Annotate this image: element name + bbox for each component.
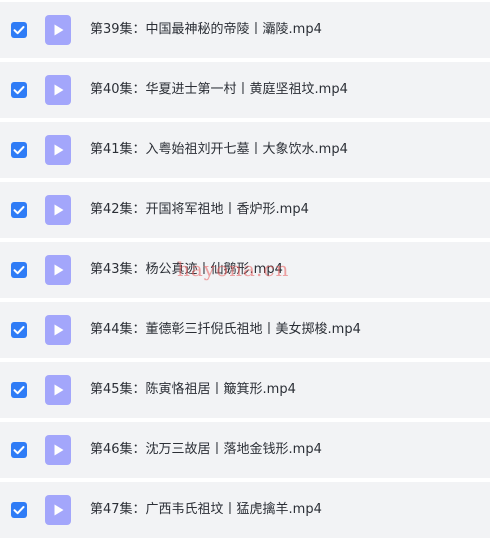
video-file-icon [45, 375, 71, 405]
checkbox[interactable] [11, 202, 27, 218]
check-icon [13, 506, 25, 515]
checkbox[interactable] [11, 22, 27, 38]
checkbox[interactable] [11, 442, 27, 458]
video-file-icon [45, 135, 71, 165]
check-icon [13, 266, 25, 275]
video-file-icon [45, 495, 71, 525]
video-file-icon [45, 255, 71, 285]
file-row[interactable]: 第42集：开国将军祖地丨香炉形.mp4 [0, 182, 490, 238]
checkbox[interactable] [11, 382, 27, 398]
check-icon [13, 446, 25, 455]
file-name[interactable]: 第46集：沈万三故居丨落地金钱形.mp4 [90, 422, 322, 478]
video-file-icon [45, 195, 71, 225]
check-icon [13, 146, 25, 155]
video-file-icon [45, 15, 71, 45]
watermark: hayona.cn [177, 257, 290, 281]
file-name[interactable]: 第40集：华夏进士第一村丨黄庭坚祖坟.mp4 [90, 62, 348, 118]
file-row[interactable]: 第40集：华夏进士第一村丨黄庭坚祖坟.mp4 [0, 62, 490, 118]
file-row[interactable]: 第44集：董德彰三扦倪氏祖地丨美女掷梭.mp4 [0, 302, 490, 358]
video-file-icon [45, 75, 71, 105]
check-icon [13, 326, 25, 335]
checkbox[interactable] [11, 142, 27, 158]
video-file-icon [45, 315, 71, 345]
check-icon [13, 386, 25, 395]
file-name[interactable]: 第45集：陈寅恪祖居丨簸箕形.mp4 [90, 362, 296, 418]
file-row[interactable]: 第39集：中国最神秘的帝陵丨灞陵.mp4 [0, 2, 490, 58]
file-name[interactable]: 第42集：开国将军祖地丨香炉形.mp4 [90, 182, 309, 238]
checkbox[interactable] [11, 502, 27, 518]
check-icon [13, 86, 25, 95]
checkbox[interactable] [11, 322, 27, 338]
file-list: 第39集：中国最神秘的帝陵丨灞陵.mp4 第40集：华夏进士第一村丨黄庭坚祖坟.… [0, 0, 490, 542]
checkbox[interactable] [11, 262, 27, 278]
video-file-icon [45, 435, 71, 465]
file-name[interactable]: 第39集：中国最神秘的帝陵丨灞陵.mp4 [90, 2, 322, 58]
file-row[interactable]: 第46集：沈万三故居丨落地金钱形.mp4 [0, 422, 490, 478]
file-row[interactable]: 第41集：入粤始祖刘开七墓丨大象饮水.mp4 [0, 122, 490, 178]
check-icon [13, 206, 25, 215]
checkbox[interactable] [11, 82, 27, 98]
file-name[interactable]: 第44集：董德彰三扦倪氏祖地丨美女掷梭.mp4 [90, 302, 361, 358]
file-name[interactable]: 第41集：入粤始祖刘开七墓丨大象饮水.mp4 [90, 122, 348, 178]
file-row[interactable]: 第47集：广西韦氏祖坟丨猛虎擒羊.mp4 [0, 482, 490, 538]
file-row[interactable]: 第45集：陈寅恪祖居丨簸箕形.mp4 [0, 362, 490, 418]
check-icon [13, 26, 25, 35]
file-name[interactable]: 第47集：广西韦氏祖坟丨猛虎擒羊.mp4 [90, 482, 322, 538]
